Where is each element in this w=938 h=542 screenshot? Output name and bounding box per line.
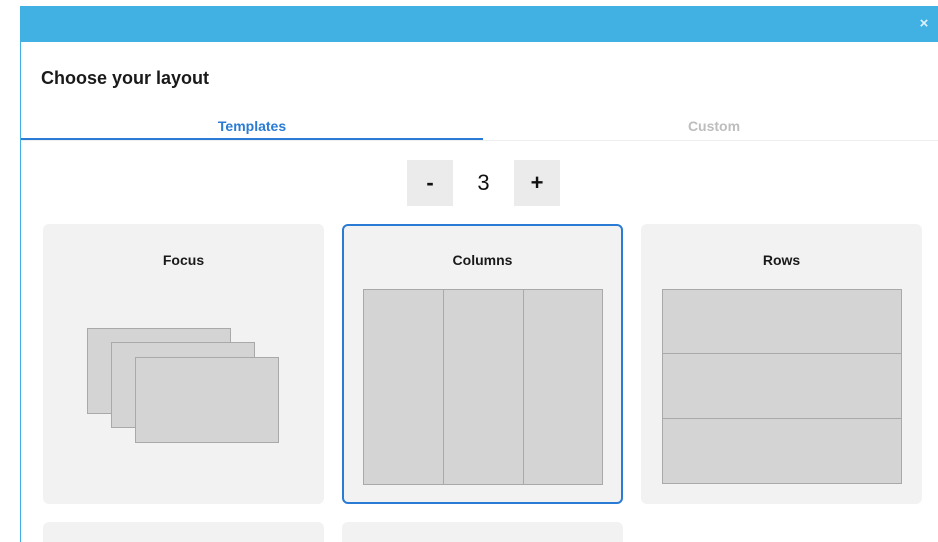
- pane-count-value: 3: [477, 170, 490, 195]
- tab-templates[interactable]: Templates: [21, 116, 483, 140]
- rows-preview-pane-1: [662, 289, 902, 355]
- columns-preview-pane-1: [363, 289, 444, 485]
- layout-tabs: Templates Custom: [21, 116, 938, 141]
- layout-card-4[interactable]: [43, 522, 324, 542]
- dialog-titlebar: ×: [21, 6, 938, 42]
- layout-card-focus[interactable]: Focus: [43, 224, 324, 504]
- close-icon[interactable]: ×: [916, 15, 932, 33]
- layout-card-columns[interactable]: Columns: [342, 224, 623, 504]
- tab-custom[interactable]: Custom: [483, 116, 938, 140]
- focus-preview-pane-front: [135, 357, 279, 443]
- decrease-count-button[interactable]: -: [407, 160, 453, 206]
- rows-preview-pane-3: [662, 418, 902, 484]
- rows-preview-pane-2: [662, 353, 902, 419]
- layout-dialog: × Choose your layout Templates Custom - …: [20, 6, 938, 542]
- increase-count-button[interactable]: +: [514, 160, 560, 206]
- layout-card-title: Focus: [162, 252, 205, 268]
- layout-card-5[interactable]: [342, 522, 623, 542]
- columns-preview-pane-2: [443, 289, 524, 485]
- layout-card-title: Rows: [762, 252, 801, 268]
- dialog-heading: Choose your layout: [41, 68, 210, 88]
- layout-card-title: Columns: [452, 252, 513, 268]
- layout-card-rows[interactable]: Rows: [641, 224, 922, 504]
- columns-preview-pane-3: [523, 289, 603, 485]
